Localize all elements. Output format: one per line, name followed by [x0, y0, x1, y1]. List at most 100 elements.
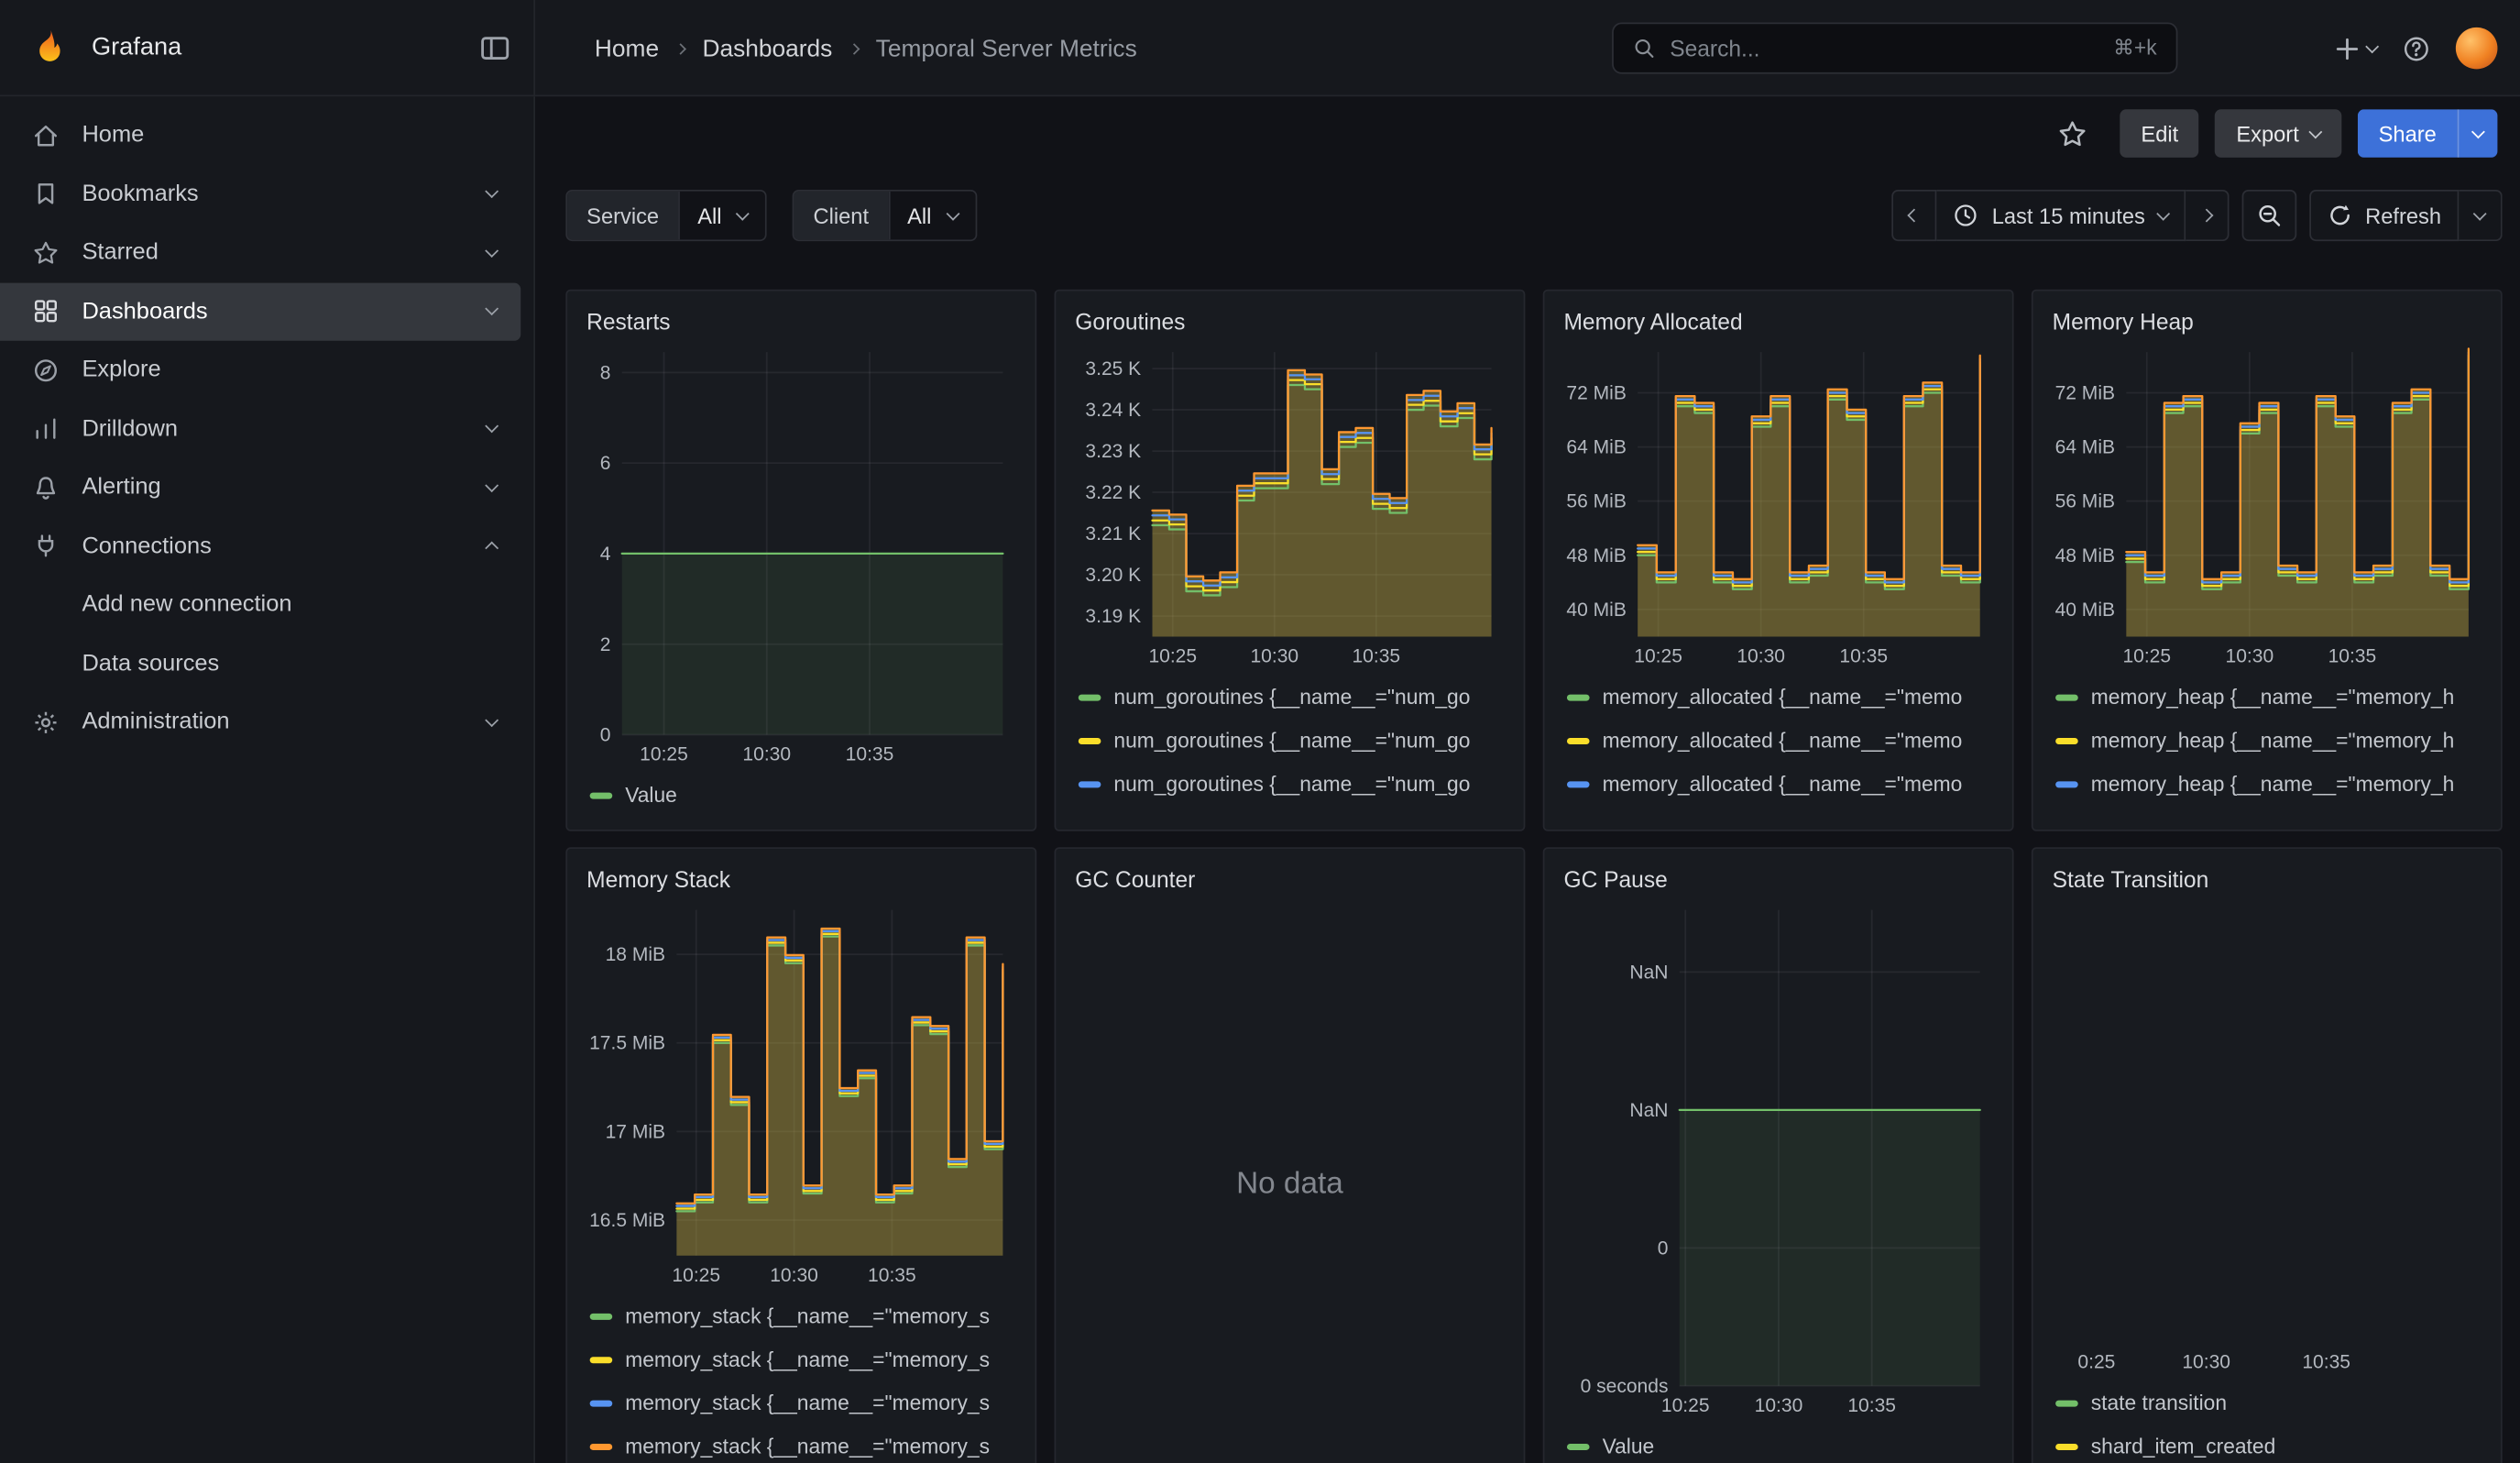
legend-item[interactable]: state transition — [2049, 1381, 2484, 1424]
svg-text:10:30: 10:30 — [1250, 646, 1298, 667]
navbar-actions — [2334, 0, 2498, 96]
svg-text:48 MiB: 48 MiB — [2055, 545, 2115, 566]
panel-title[interactable]: State Transition — [2049, 862, 2484, 900]
panel-legend: memory_stack {__name__="memory_smemory_s… — [584, 1294, 1019, 1463]
user-avatar[interactable] — [2456, 28, 2498, 70]
edit-button[interactable]: Edit — [2120, 109, 2199, 158]
chevron-down-icon — [2156, 206, 2170, 220]
sidebar-item-label: Alerting — [82, 475, 464, 500]
sidebar-item-bookmarks[interactable]: Bookmarks — [0, 165, 520, 224]
home-icon — [32, 122, 60, 149]
legend-swatch — [2055, 1443, 2078, 1449]
dashboard-toolbar: Edit Export Share — [535, 96, 2520, 170]
panel-title[interactable]: Memory Allocated — [1561, 303, 1996, 342]
legend-item[interactable]: Value — [1561, 1424, 1996, 1463]
panel-title[interactable]: Memory Stack — [584, 862, 1019, 900]
chevron-down-icon — [2471, 124, 2485, 138]
legend-item[interactable]: Value — [584, 774, 1019, 817]
top-navbar: Grafana Home Dashboards Temporal Server … — [0, 0, 2520, 96]
legend-swatch — [590, 1356, 613, 1362]
panel-title[interactable]: Goroutines — [1072, 303, 1507, 342]
legend-item[interactable]: num_goroutines {__name__="num_go — [1072, 719, 1507, 762]
refresh-interval-dropdown[interactable] — [2459, 190, 2502, 241]
breadcrumb-home[interactable]: Home — [595, 35, 659, 62]
sidebar-item-connections[interactable]: Connections — [0, 517, 520, 576]
svg-text:0: 0 — [600, 725, 611, 746]
sidebar-item-drilldown[interactable]: Drilldown — [0, 400, 520, 458]
search-box[interactable]: ⌘+k — [1612, 23, 2177, 74]
variable-value-dropdown[interactable]: All — [678, 192, 765, 240]
legend-item[interactable]: num_goroutines {__name__="num_go — [1072, 762, 1507, 805]
svg-text:17 MiB: 17 MiB — [606, 1121, 665, 1142]
share-dropdown-button[interactable] — [2458, 109, 2498, 158]
sidebar-toggle-icon[interactable] — [479, 32, 511, 64]
svg-text:10:35: 10:35 — [1839, 646, 1888, 667]
chart-svg: 3.25 K3.24 K3.23 K3.22 K3.21 K3.20 K3.19… — [1072, 343, 1507, 669]
svg-text:10:35: 10:35 — [1847, 1395, 1896, 1416]
plug-icon — [32, 533, 60, 560]
sidebar-item-data-sources[interactable]: Data sources — [0, 634, 520, 693]
zoom-out-icon — [2256, 203, 2282, 228]
panel-title[interactable]: Restarts — [584, 303, 1019, 342]
sidebar-item-starred[interactable]: Starred — [0, 224, 520, 282]
legend-item[interactable]: memory_stack {__name__="memory_s — [584, 1294, 1019, 1337]
chart-area[interactable]: 18 MiB17.5 MiB17 MiB16.5 MiB10:2510:3010… — [584, 900, 1019, 1288]
refresh-button[interactable]: Refresh — [2309, 190, 2460, 241]
chart-area[interactable]: 0:2510:3010:35 — [2049, 900, 2484, 1374]
sidebar-item-dashboards[interactable]: Dashboards — [0, 282, 520, 341]
legend-label: memory_stack {__name__="memory_s — [625, 1304, 990, 1327]
sidebar-item-home[interactable]: Home — [0, 106, 520, 165]
chart-area[interactable]: 8642010:2510:3010:35 — [584, 343, 1019, 767]
legend-item[interactable]: memory_stack {__name__="memory_s — [584, 1381, 1019, 1424]
legend-item[interactable]: memory_allocated {__name__="memo — [1561, 762, 1996, 805]
zoom-out-button[interactable] — [2241, 190, 2296, 241]
panel-legend: memory_heap {__name__="memory_hmemory_he… — [2049, 676, 2484, 817]
legend-item[interactable]: num_goroutines {__name__="num_go — [1072, 676, 1507, 719]
legend-item[interactable]: memory_allocated {__name__="memo — [1561, 676, 1996, 719]
legend-item[interactable]: shard_item_created — [2049, 1424, 2484, 1463]
share-button[interactable]: Share — [2358, 109, 2458, 158]
legend-item[interactable]: memory_heap {__name__="memory_h — [2049, 806, 2484, 817]
panel-title[interactable]: GC Pause — [1561, 862, 1996, 900]
legend-label: memory_allocated {__name__="memo — [1603, 772, 1963, 796]
time-back-button[interactable] — [1892, 190, 1937, 241]
sidebar-item-add-new-connection[interactable]: Add new connection — [0, 576, 520, 634]
panel-title[interactable]: Memory Heap — [2049, 303, 2484, 342]
help-button[interactable] — [2403, 35, 2430, 62]
svg-text:10:35: 10:35 — [2302, 1352, 2350, 1373]
panel-restarts: Restarts8642010:2510:3010:35 Value — [565, 290, 1036, 831]
legend-item[interactable]: memory_allocated {__name__="memo — [1561, 719, 1996, 762]
breadcrumb-separator-icon — [675, 42, 686, 53]
legend-item[interactable]: memory_stack {__name__="memory_s — [584, 1337, 1019, 1380]
chart-area[interactable]: 72 MiB64 MiB56 MiB48 MiB40 MiB10:2510:30… — [2049, 343, 2484, 669]
chart-area[interactable]: NaNNaN00 seconds10:2510:3010:35 — [1561, 900, 1996, 1418]
legend-item[interactable]: memory_heap {__name__="memory_h — [2049, 676, 2484, 719]
sidebar-item-administration[interactable]: Administration — [0, 693, 520, 752]
favorite-star-icon[interactable] — [2057, 118, 2087, 148]
export-button[interactable]: Export — [2216, 109, 2342, 158]
legend-item[interactable]: memory_allocated {__name__="memo — [1561, 806, 1996, 817]
legend-item[interactable]: memory_stack {__name__="memory_s — [584, 1424, 1019, 1463]
clock-icon — [1954, 203, 1979, 228]
variable-value-dropdown[interactable]: All — [888, 192, 975, 240]
chevron-down-icon — [946, 206, 959, 220]
new-dropdown-button[interactable] — [2334, 35, 2377, 62]
app-title: Grafana — [92, 34, 181, 63]
svg-text:3.19 K: 3.19 K — [1085, 606, 1141, 627]
legend-item[interactable]: memory_heap {__name__="memory_h — [2049, 762, 2484, 805]
legend-swatch — [590, 1400, 613, 1406]
chevron-down-icon — [485, 478, 499, 492]
compass-icon — [32, 357, 60, 384]
panel-title[interactable]: GC Counter — [1072, 862, 1507, 900]
sidebar-item-explore[interactable]: Explore — [0, 341, 520, 400]
svg-text:3.21 K: 3.21 K — [1085, 523, 1141, 544]
chart-area[interactable]: 72 MiB64 MiB56 MiB48 MiB40 MiB10:2510:30… — [1561, 343, 1996, 669]
legend-item[interactable]: num_goroutines {__name__="num_go — [1072, 806, 1507, 817]
sidebar-item-alerting[interactable]: Alerting — [0, 458, 520, 517]
search-input[interactable] — [1670, 36, 2098, 61]
breadcrumb-dashboards[interactable]: Dashboards — [702, 35, 832, 62]
time-range-picker[interactable]: Last 15 minutes — [1937, 190, 2186, 241]
time-forward-button[interactable] — [2186, 190, 2229, 241]
chart-area[interactable]: 3.25 K3.24 K3.23 K3.22 K3.21 K3.20 K3.19… — [1072, 343, 1507, 669]
legend-item[interactable]: memory_heap {__name__="memory_h — [2049, 719, 2484, 762]
